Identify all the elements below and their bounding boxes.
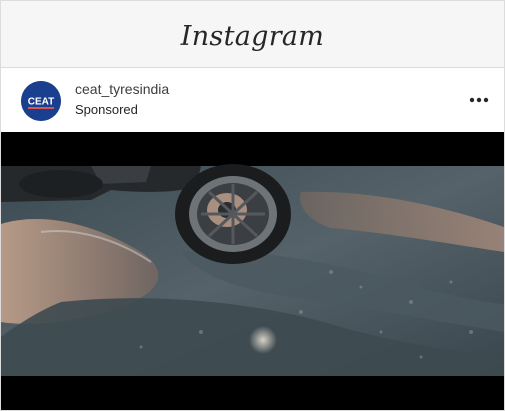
motorcycle-wheel: [175, 164, 291, 264]
more-horizontal-icon: [469, 97, 489, 103]
top-bar: Instagram: [1, 1, 504, 68]
light-flare: [249, 326, 277, 354]
post-media-video[interactable]: [1, 132, 504, 410]
sponsored-label: Sponsored: [75, 102, 138, 117]
avatar-label: CEAT: [28, 97, 54, 108]
more-options-button[interactable]: [466, 90, 492, 110]
post-header: CEAT ceat_tyresindia Sponsored: [1, 68, 504, 132]
avatar[interactable]: CEAT: [21, 81, 61, 121]
instagram-app: Instagram CEAT ceat_tyresindia Sponsored: [0, 0, 505, 411]
post-username[interactable]: ceat_tyresindia: [75, 81, 169, 97]
ceat-logo-icon: CEAT: [21, 81, 61, 121]
video-frame: [1, 132, 504, 410]
instagram-logo[interactable]: Instagram: [181, 21, 324, 52]
